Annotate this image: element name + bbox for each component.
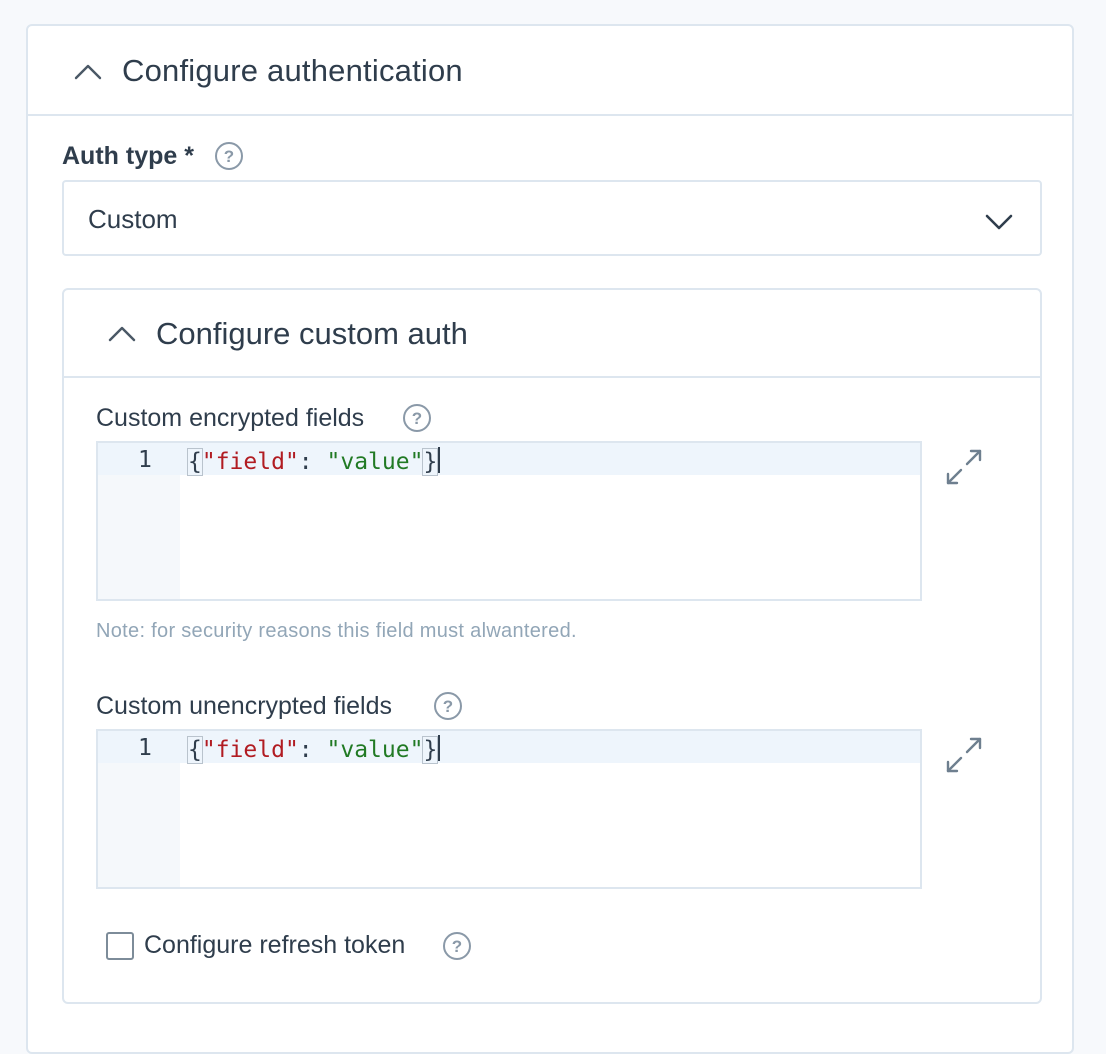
custom-encrypted-fields-editor[interactable]: 1 {"field": "value"} <box>96 441 922 601</box>
chevron-up-icon[interactable] <box>106 318 138 350</box>
help-icon[interactable]: ? <box>214 141 244 171</box>
chevron-down-icon <box>985 214 1013 230</box>
json-close-brace: } <box>422 736 439 764</box>
json-close-brace: } <box>422 448 439 476</box>
custom-unencrypted-fields-label: Custom unencrypted fields <box>96 692 392 720</box>
line-number: 1 <box>138 447 152 473</box>
configure-custom-auth-header[interactable]: Configure custom auth <box>64 290 1040 378</box>
text-cursor <box>438 735 441 761</box>
json-separator: : <box>298 449 327 475</box>
security-note: Note: for security reasons this field mu… <box>96 620 577 642</box>
help-icon[interactable]: ? <box>402 403 432 433</box>
expand-icon[interactable] <box>944 735 984 775</box>
svg-text:?: ? <box>224 147 234 166</box>
code-line[interactable]: {"field": "value"} <box>187 447 441 476</box>
json-key: "field" <box>201 737 299 763</box>
custom-encrypted-fields-label: Custom encrypted fields <box>96 404 365 432</box>
configure-custom-auth-title: Configure custom auth <box>156 316 468 351</box>
chevron-up-icon[interactable] <box>72 56 104 88</box>
auth-type-label: Auth type * <box>62 142 194 170</box>
help-icon[interactable]: ? <box>433 691 463 721</box>
configure-custom-auth-panel: Configure custom auth Custom encrypted f… <box>62 288 1042 1004</box>
json-key: "field" <box>201 449 299 475</box>
json-open-brace: { <box>187 736 203 764</box>
svg-text:?: ? <box>443 697 453 716</box>
svg-text:?: ? <box>452 937 462 956</box>
configure-refresh-token-label[interactable]: Configure refresh token <box>144 931 405 960</box>
expand-icon[interactable] <box>944 447 984 487</box>
help-icon[interactable]: ? <box>442 931 472 961</box>
auth-type-selected-value: Custom <box>88 204 178 234</box>
configure-authentication-panel: Configure authentication Auth type * ? C… <box>26 24 1074 1054</box>
text-cursor <box>438 447 441 473</box>
line-number: 1 <box>138 735 152 761</box>
json-value: "value" <box>326 737 424 763</box>
configure-authentication-title: Configure authentication <box>122 53 463 88</box>
json-open-brace: { <box>187 448 203 476</box>
configure-refresh-token-checkbox[interactable] <box>106 932 134 960</box>
custom-unencrypted-fields-editor[interactable]: 1 {"field": "value"} <box>96 729 922 889</box>
json-value: "value" <box>326 449 424 475</box>
svg-text:?: ? <box>412 409 422 428</box>
configure-authentication-header[interactable]: Configure authentication <box>28 26 1072 116</box>
code-line[interactable]: {"field": "value"} <box>187 735 441 764</box>
auth-type-select[interactable]: Custom <box>62 180 1042 256</box>
json-separator: : <box>298 737 327 763</box>
